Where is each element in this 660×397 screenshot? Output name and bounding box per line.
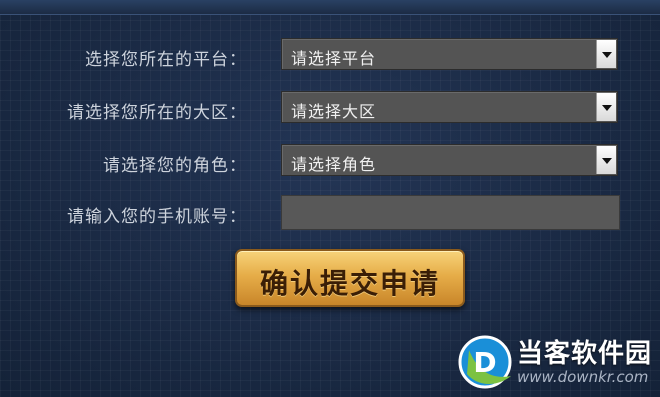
region-label: 请选择您所在的大区： — [67, 103, 247, 123]
region-select-value: 请选择大区 — [291, 102, 377, 121]
region-dropdown-button[interactable] — [596, 93, 616, 121]
submit-button-label: 确认提交申请 — [259, 267, 440, 300]
region-select[interactable]: 请选择大区 — [281, 91, 618, 123]
watermark-title: 当客软件园 — [517, 339, 653, 369]
chevron-down-icon — [602, 52, 612, 58]
watermark-logo: D 当客软件园 www.downkr.com — [455, 330, 660, 397]
role-row: 请选择您的角色： 请选择角色 — [0, 144, 660, 176]
submit-application-button[interactable]: 确认提交申请 — [235, 249, 465, 307]
phone-label: 请输入您的手机账号： — [67, 207, 247, 227]
logo-letter: D — [473, 346, 496, 379]
platform-dropdown-button[interactable] — [596, 40, 616, 68]
phone-row: 请输入您的手机账号： — [0, 195, 660, 230]
phone-input[interactable] — [281, 195, 620, 230]
role-dropdown-button[interactable] — [596, 146, 616, 174]
region-row: 请选择您所在的大区： 请选择大区 — [0, 91, 660, 123]
role-select-value: 请选择角色 — [291, 155, 377, 174]
platform-select[interactable]: 请选择平台 — [281, 38, 618, 70]
role-select[interactable]: 请选择角色 — [281, 144, 618, 176]
platform-label: 选择您所在的平台： — [85, 50, 247, 70]
platform-row: 选择您所在的平台： 请选择平台 — [0, 38, 660, 70]
downkr-logo-icon: D — [458, 335, 512, 389]
role-label: 请选择您的角色： — [103, 156, 247, 176]
platform-select-value: 请选择平台 — [291, 49, 377, 68]
chevron-down-icon — [602, 158, 612, 164]
watermark-url: www.downkr.com — [517, 368, 649, 386]
chevron-down-icon — [602, 105, 612, 111]
